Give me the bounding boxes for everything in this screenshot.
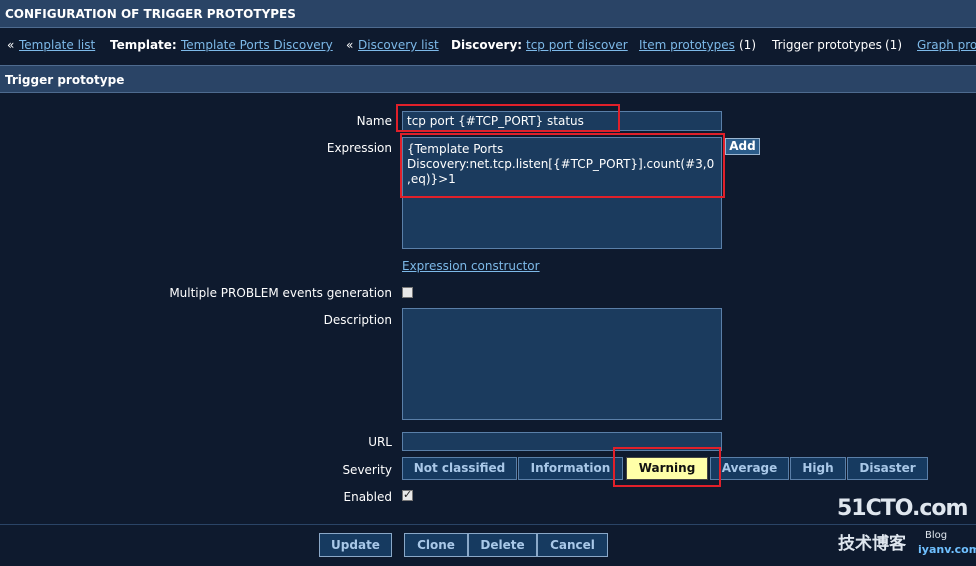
trigger-prototypes-count: (1) [885,38,902,52]
update-button[interactable]: Update [319,533,392,557]
add-expression-button[interactable]: Add [725,138,760,155]
name-label: Name [356,114,392,128]
form-section-header: Trigger prototype [0,65,976,93]
watermark-blog: Blog [925,530,948,541]
graph-prototypes-link[interactable]: Graph pro [917,38,976,52]
item-prototypes-count: (1) [739,38,756,52]
breadcrumb: « Template list Template: Template Ports… [0,29,976,60]
expression-label: Expression [326,141,392,155]
multiple-events-label: Multiple PROBLEM events generation [169,286,392,300]
severity-high[interactable]: High [790,457,846,480]
expression-constructor-link[interactable]: Expression constructor [402,259,540,273]
description-label: Description [323,313,392,327]
expression-textarea[interactable]: {Template Ports Discovery:net.tcp.listen… [402,137,722,249]
severity-warning[interactable]: Warning [626,457,708,480]
template-label: Template: [110,38,177,52]
severity-disaster[interactable]: Disaster [847,457,928,480]
breadcrumb-separator: « [346,38,354,52]
url-input[interactable] [402,432,722,451]
cancel-button[interactable]: Cancel [537,533,608,557]
enabled-checkbox[interactable] [402,488,413,501]
discovery-list-link[interactable]: Discovery list [358,38,439,52]
description-textarea[interactable] [402,308,722,420]
breadcrumb-separator: « [7,38,15,52]
trigger-prototypes-label: Trigger prototypes [772,38,882,52]
item-prototypes-link[interactable]: Item prototypes [639,38,735,52]
template-list-link[interactable]: Template list [19,38,95,52]
page-header: CONFIGURATION OF TRIGGER PROTOTYPES [0,0,976,28]
enabled-label: Enabled [343,490,393,504]
url-label: URL [368,435,392,449]
watermark-url: iyanv.com [918,543,976,556]
watermark-subtitle: 技术博客 [838,534,906,554]
page-title: CONFIGURATION OF TRIGGER PROTOTYPES [5,7,296,21]
name-input[interactable] [402,111,722,131]
severity-label: Severity [342,463,392,477]
multiple-events-checkbox[interactable] [402,287,413,298]
discovery-name-link[interactable]: tcp port discover [526,38,628,52]
severity-not-classified[interactable]: Not classified [402,457,517,480]
discovery-label: Discovery: [451,38,523,52]
template-name-link[interactable]: Template Ports Discovery [181,38,333,52]
severity-information[interactable]: Information [518,457,623,480]
watermark-logo: 51CTO.com [837,496,968,521]
clone-button[interactable]: Clone [404,533,468,557]
delete-button[interactable]: Delete [468,533,537,557]
form-section-title: Trigger prototype [5,73,125,87]
severity-average[interactable]: Average [710,457,789,480]
